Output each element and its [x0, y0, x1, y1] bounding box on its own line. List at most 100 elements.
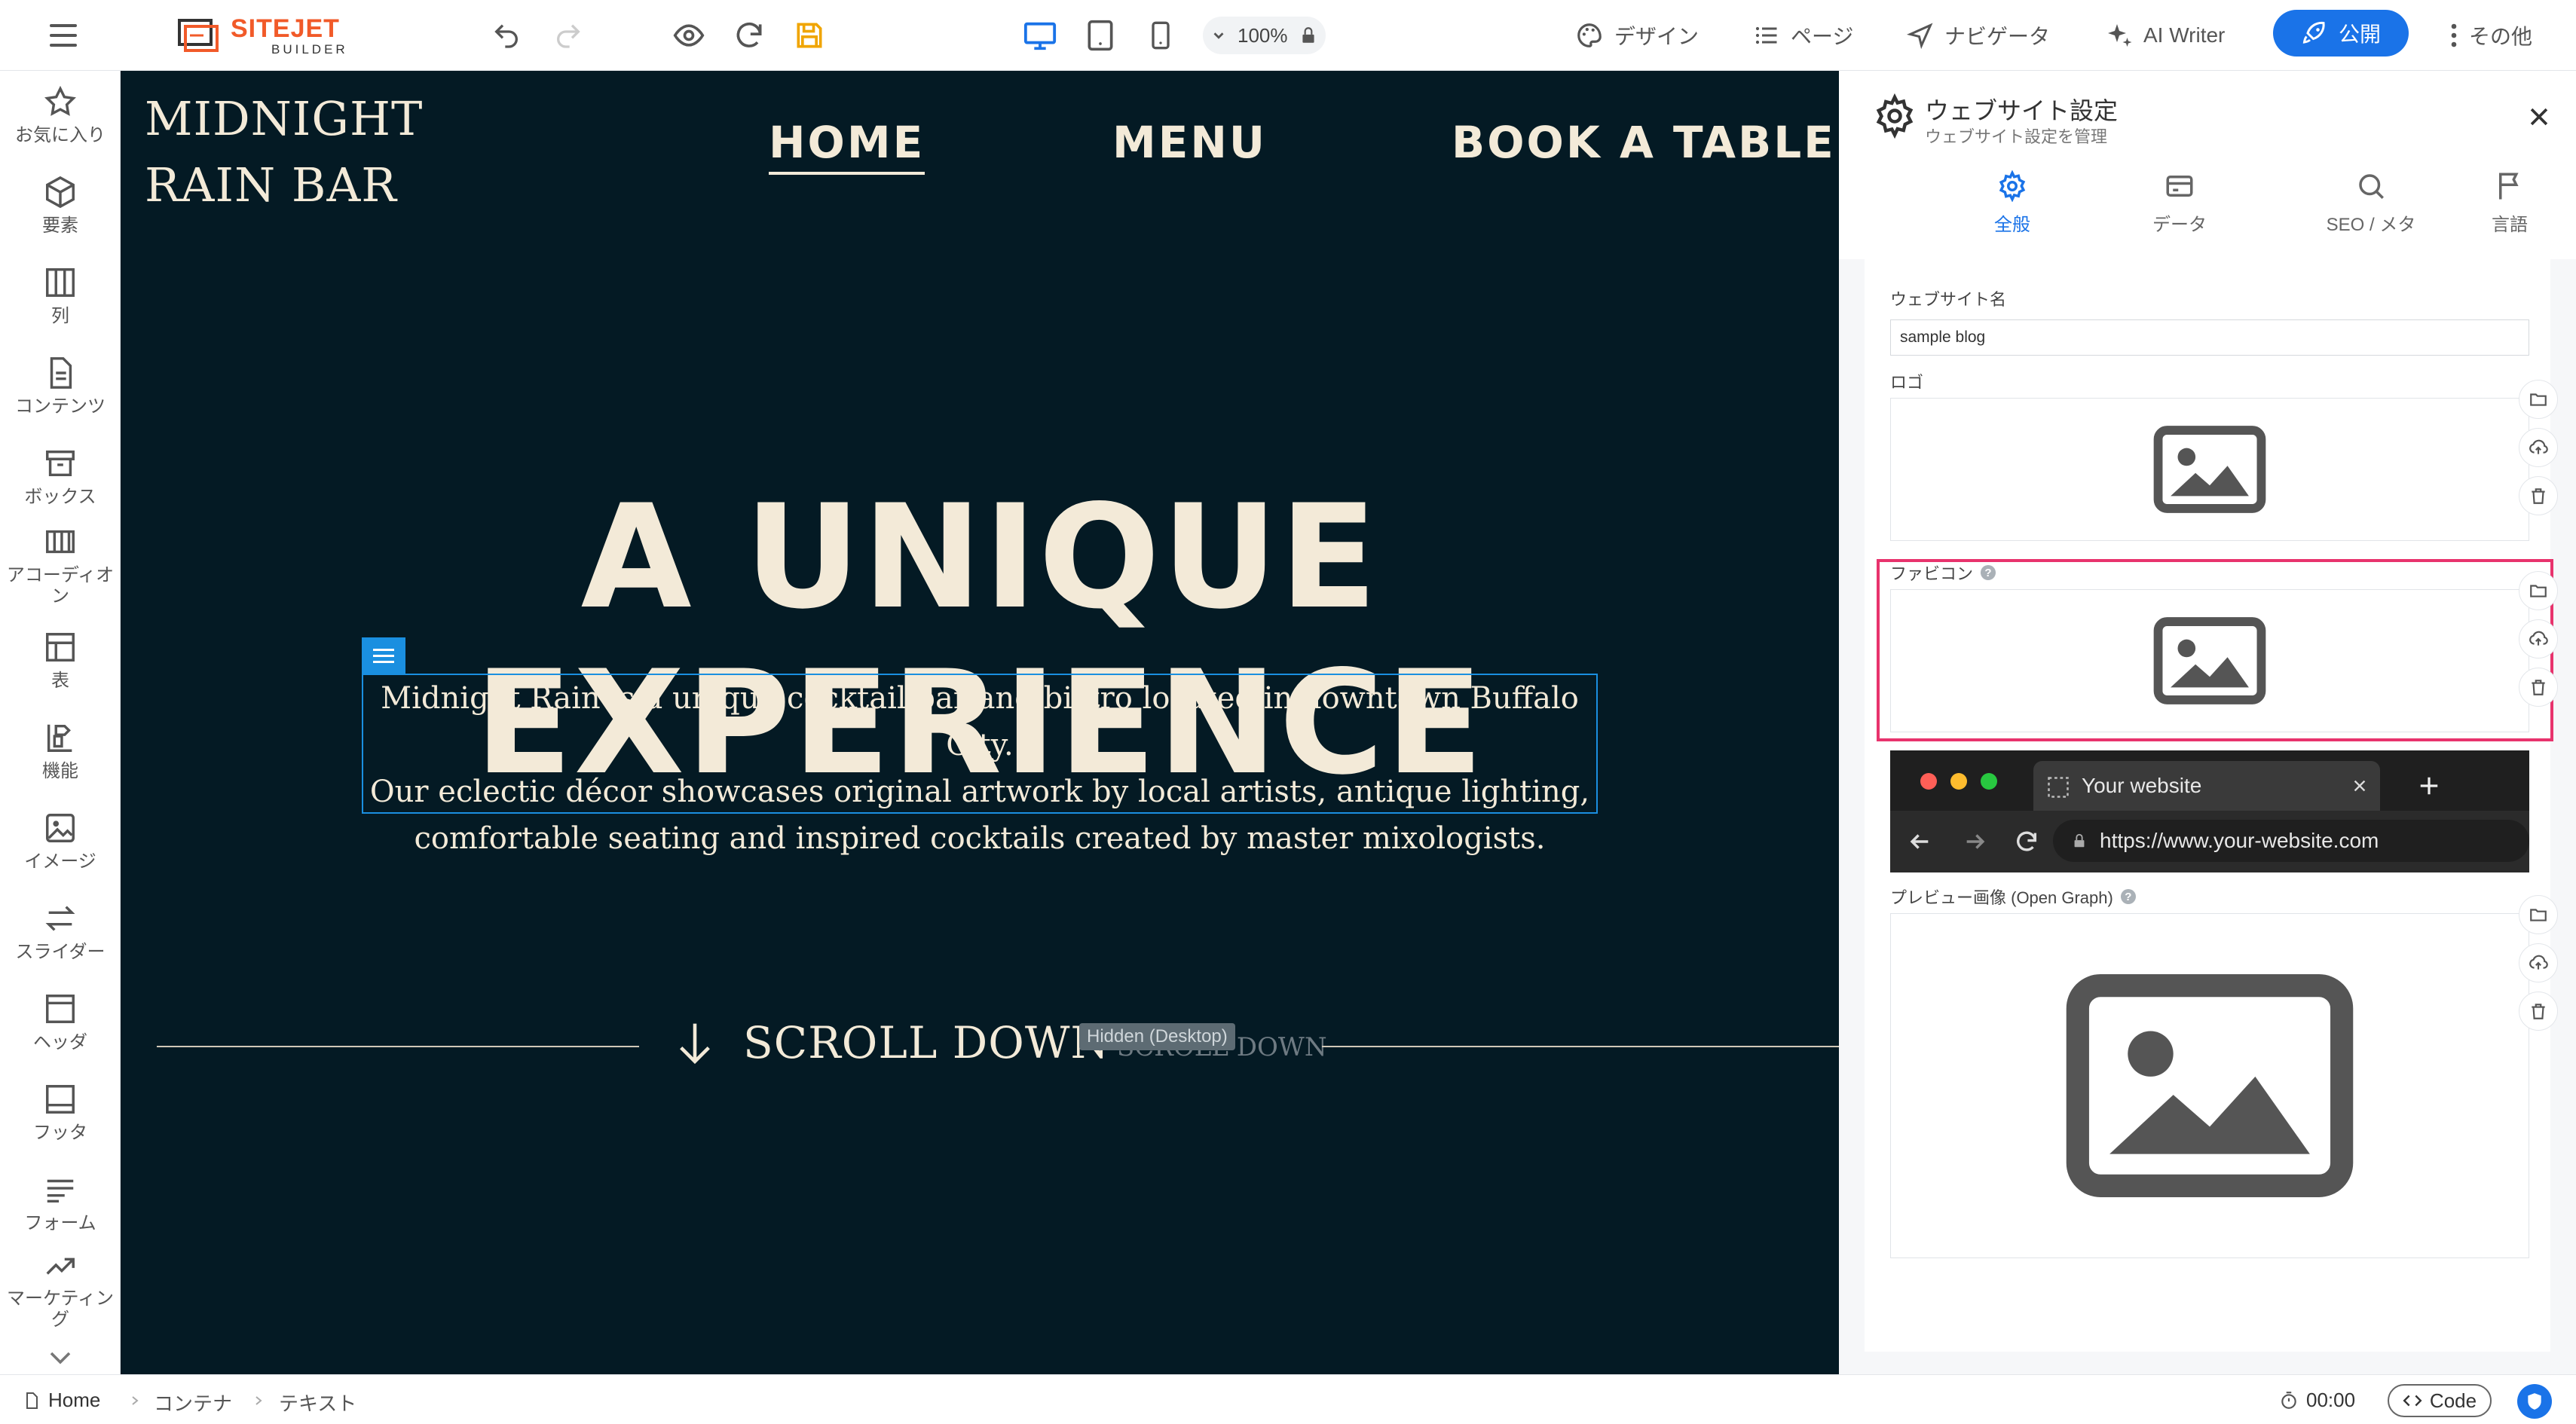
site-nav-menu[interactable]: MENU: [1112, 113, 1267, 172]
close-icon[interactable]: [2526, 104, 2552, 130]
site-nav-home[interactable]: HOME: [769, 113, 925, 175]
breadcrumb-container[interactable]: コンテナ: [154, 1389, 232, 1416]
sidebar-item-features[interactable]: 機能: [0, 720, 121, 782]
sidebar-item-box[interactable]: ボックス: [0, 446, 121, 508]
status-bar: Home コンテナ テキスト 00:00 Code: [0, 1374, 2576, 1424]
tab-close-icon: [2354, 780, 2366, 792]
tab-language[interactable]: 言語: [2480, 170, 2540, 236]
zoom-dropdown[interactable]: 100%: [1203, 17, 1326, 54]
file-icon: [26, 1392, 38, 1409]
form-icon: [47, 1179, 74, 1203]
desktop-view-icon[interactable]: [1017, 13, 1063, 58]
navigator-button[interactable]: ナビゲータ: [1907, 13, 2050, 58]
trash-icon[interactable]: [2519, 668, 2558, 707]
folder-icon[interactable]: [2519, 380, 2558, 419]
favicon-image-placeholder[interactable]: [1890, 589, 2529, 732]
chart-icon: [46, 1257, 75, 1275]
sidebar-item-marketing[interactable]: マーケティング: [0, 1248, 121, 1330]
save-icon[interactable]: [787, 13, 832, 58]
folder-icon[interactable]: [2519, 895, 2558, 934]
sidebar-item-image[interactable]: イメージ: [0, 811, 121, 872]
star-icon: [44, 85, 76, 116]
logo-image-placeholder[interactable]: [1890, 398, 2529, 541]
upload-icon[interactable]: [2519, 619, 2558, 659]
breadcrumb-text[interactable]: テキスト: [279, 1389, 356, 1416]
og-image-placeholder[interactable]: [1890, 913, 2529, 1258]
tablet-view-icon[interactable]: [1078, 13, 1123, 58]
upload-icon[interactable]: [2519, 428, 2558, 467]
help-icon[interactable]: ?: [2120, 889, 2136, 904]
sidebar-item-slider[interactable]: スライダー: [0, 901, 121, 963]
redo-icon[interactable]: [546, 13, 591, 58]
gear-icon: [1999, 170, 2026, 202]
chevron-right-icon: [132, 1396, 139, 1405]
search-icon: [2359, 174, 2384, 199]
window-minimize-dot: [1950, 773, 1967, 790]
panel-subtitle: ウェブサイト設定を管理: [1925, 127, 2108, 146]
image-placeholder-icon: [2153, 426, 2266, 513]
sidebar-item-form[interactable]: フォーム: [0, 1172, 121, 1234]
window-maximize-dot: [1981, 773, 1997, 790]
logo-subtitle: BUILDER: [271, 41, 348, 57]
site-logo[interactable]: MIDNIGHT RAIN BAR: [145, 86, 423, 218]
logo-actions: [2516, 380, 2561, 515]
palette-icon: [1577, 23, 1602, 47]
help-icon[interactable]: ?: [1981, 565, 1996, 580]
shield-icon[interactable]: [2517, 1384, 2552, 1419]
sidebar-item-accordion[interactable]: アコーディオン: [0, 524, 121, 607]
text-element-handle-icon[interactable]: [362, 637, 405, 674]
tab-general[interactable]: 全般: [1937, 170, 2088, 236]
selected-text-element[interactable]: Midnight Rain is a unique cocktail bar a…: [362, 674, 1598, 856]
chevron-down-icon[interactable]: [47, 1347, 74, 1368]
lock-icon: [2074, 833, 2085, 848]
sitejet-logo-icon: [178, 19, 219, 52]
mobile-view-icon[interactable]: [1138, 13, 1183, 58]
website-canvas[interactable]: MIDNIGHT RAIN BAR HOME MENU BOOK A TABLE…: [121, 71, 1839, 1374]
image-placeholder-icon: [2153, 617, 2266, 704]
sidebar-item-elements[interactable]: 要素: [0, 175, 121, 237]
browser-tab: Your website: [2033, 761, 2380, 811]
preview-eye-icon[interactable]: [666, 13, 711, 58]
scroll-down-label[interactable]: SCROLL DOWN: [743, 1013, 1109, 1073]
rocket-icon: [2302, 21, 2325, 44]
sidebar-item-contents[interactable]: コンテンツ: [0, 356, 121, 417]
refresh-icon[interactable]: [727, 13, 772, 58]
sidebar-item-table[interactable]: 表: [0, 630, 121, 692]
sidebar-item-favorites[interactable]: お気に入り: [0, 84, 121, 146]
design-button[interactable]: デザイン: [1575, 13, 1699, 58]
undo-icon[interactable]: [484, 13, 529, 58]
hamburger-menu-icon[interactable]: [42, 18, 84, 53]
trash-icon[interactable]: [2519, 476, 2558, 515]
lock-icon[interactable]: [1299, 26, 1318, 45]
back-arrow-icon: [1910, 834, 1929, 849]
breadcrumb-home[interactable]: Home: [23, 1389, 100, 1412]
folder-icon[interactable]: [2519, 571, 2558, 610]
more-button[interactable]: その他: [2449, 13, 2532, 58]
page-button[interactable]: ページ: [1753, 13, 1853, 58]
ai-writer-button[interactable]: AI Writer: [2106, 13, 2225, 58]
publish-button[interactable]: 公開: [2273, 10, 2409, 57]
upload-icon[interactable]: [2519, 943, 2558, 982]
divider-line-right: [1322, 1046, 1839, 1047]
tab-seo-meta[interactable]: SEO / メタ: [2296, 170, 2446, 236]
logo-wordmark: SITEJET: [231, 14, 340, 43]
sidebar-item-footer[interactable]: フッタ: [0, 1082, 121, 1144]
window-close-dot: [1920, 773, 1937, 790]
arrow-down-icon: [680, 1023, 710, 1065]
card-icon: [2166, 176, 2193, 197]
sidebar-item-columns[interactable]: 列: [0, 265, 121, 327]
trash-icon[interactable]: [2519, 992, 2558, 1031]
code-button[interactable]: Code: [2388, 1384, 2492, 1417]
document-icon: [50, 357, 72, 389]
website-name-input[interactable]: sample blog: [1890, 319, 2529, 356]
image-placeholder-icon: [2066, 974, 2354, 1197]
sidebar-item-header[interactable]: ヘッダ: [0, 992, 121, 1053]
site-nav-book-a-table[interactable]: BOOK A TABLE: [1452, 113, 1836, 172]
tab-data[interactable]: データ: [2104, 170, 2255, 236]
cube-icon: [46, 176, 75, 209]
panel-header: ウェブサイト設定 ウェブサイト設定を管理 全般 データ SEO / メタ 言語: [1839, 71, 2576, 259]
accordion-icon: [46, 530, 75, 554]
flag-icon: [2499, 173, 2519, 200]
reload-icon: [2017, 831, 2037, 851]
chevron-right-icon: [255, 1396, 262, 1405]
